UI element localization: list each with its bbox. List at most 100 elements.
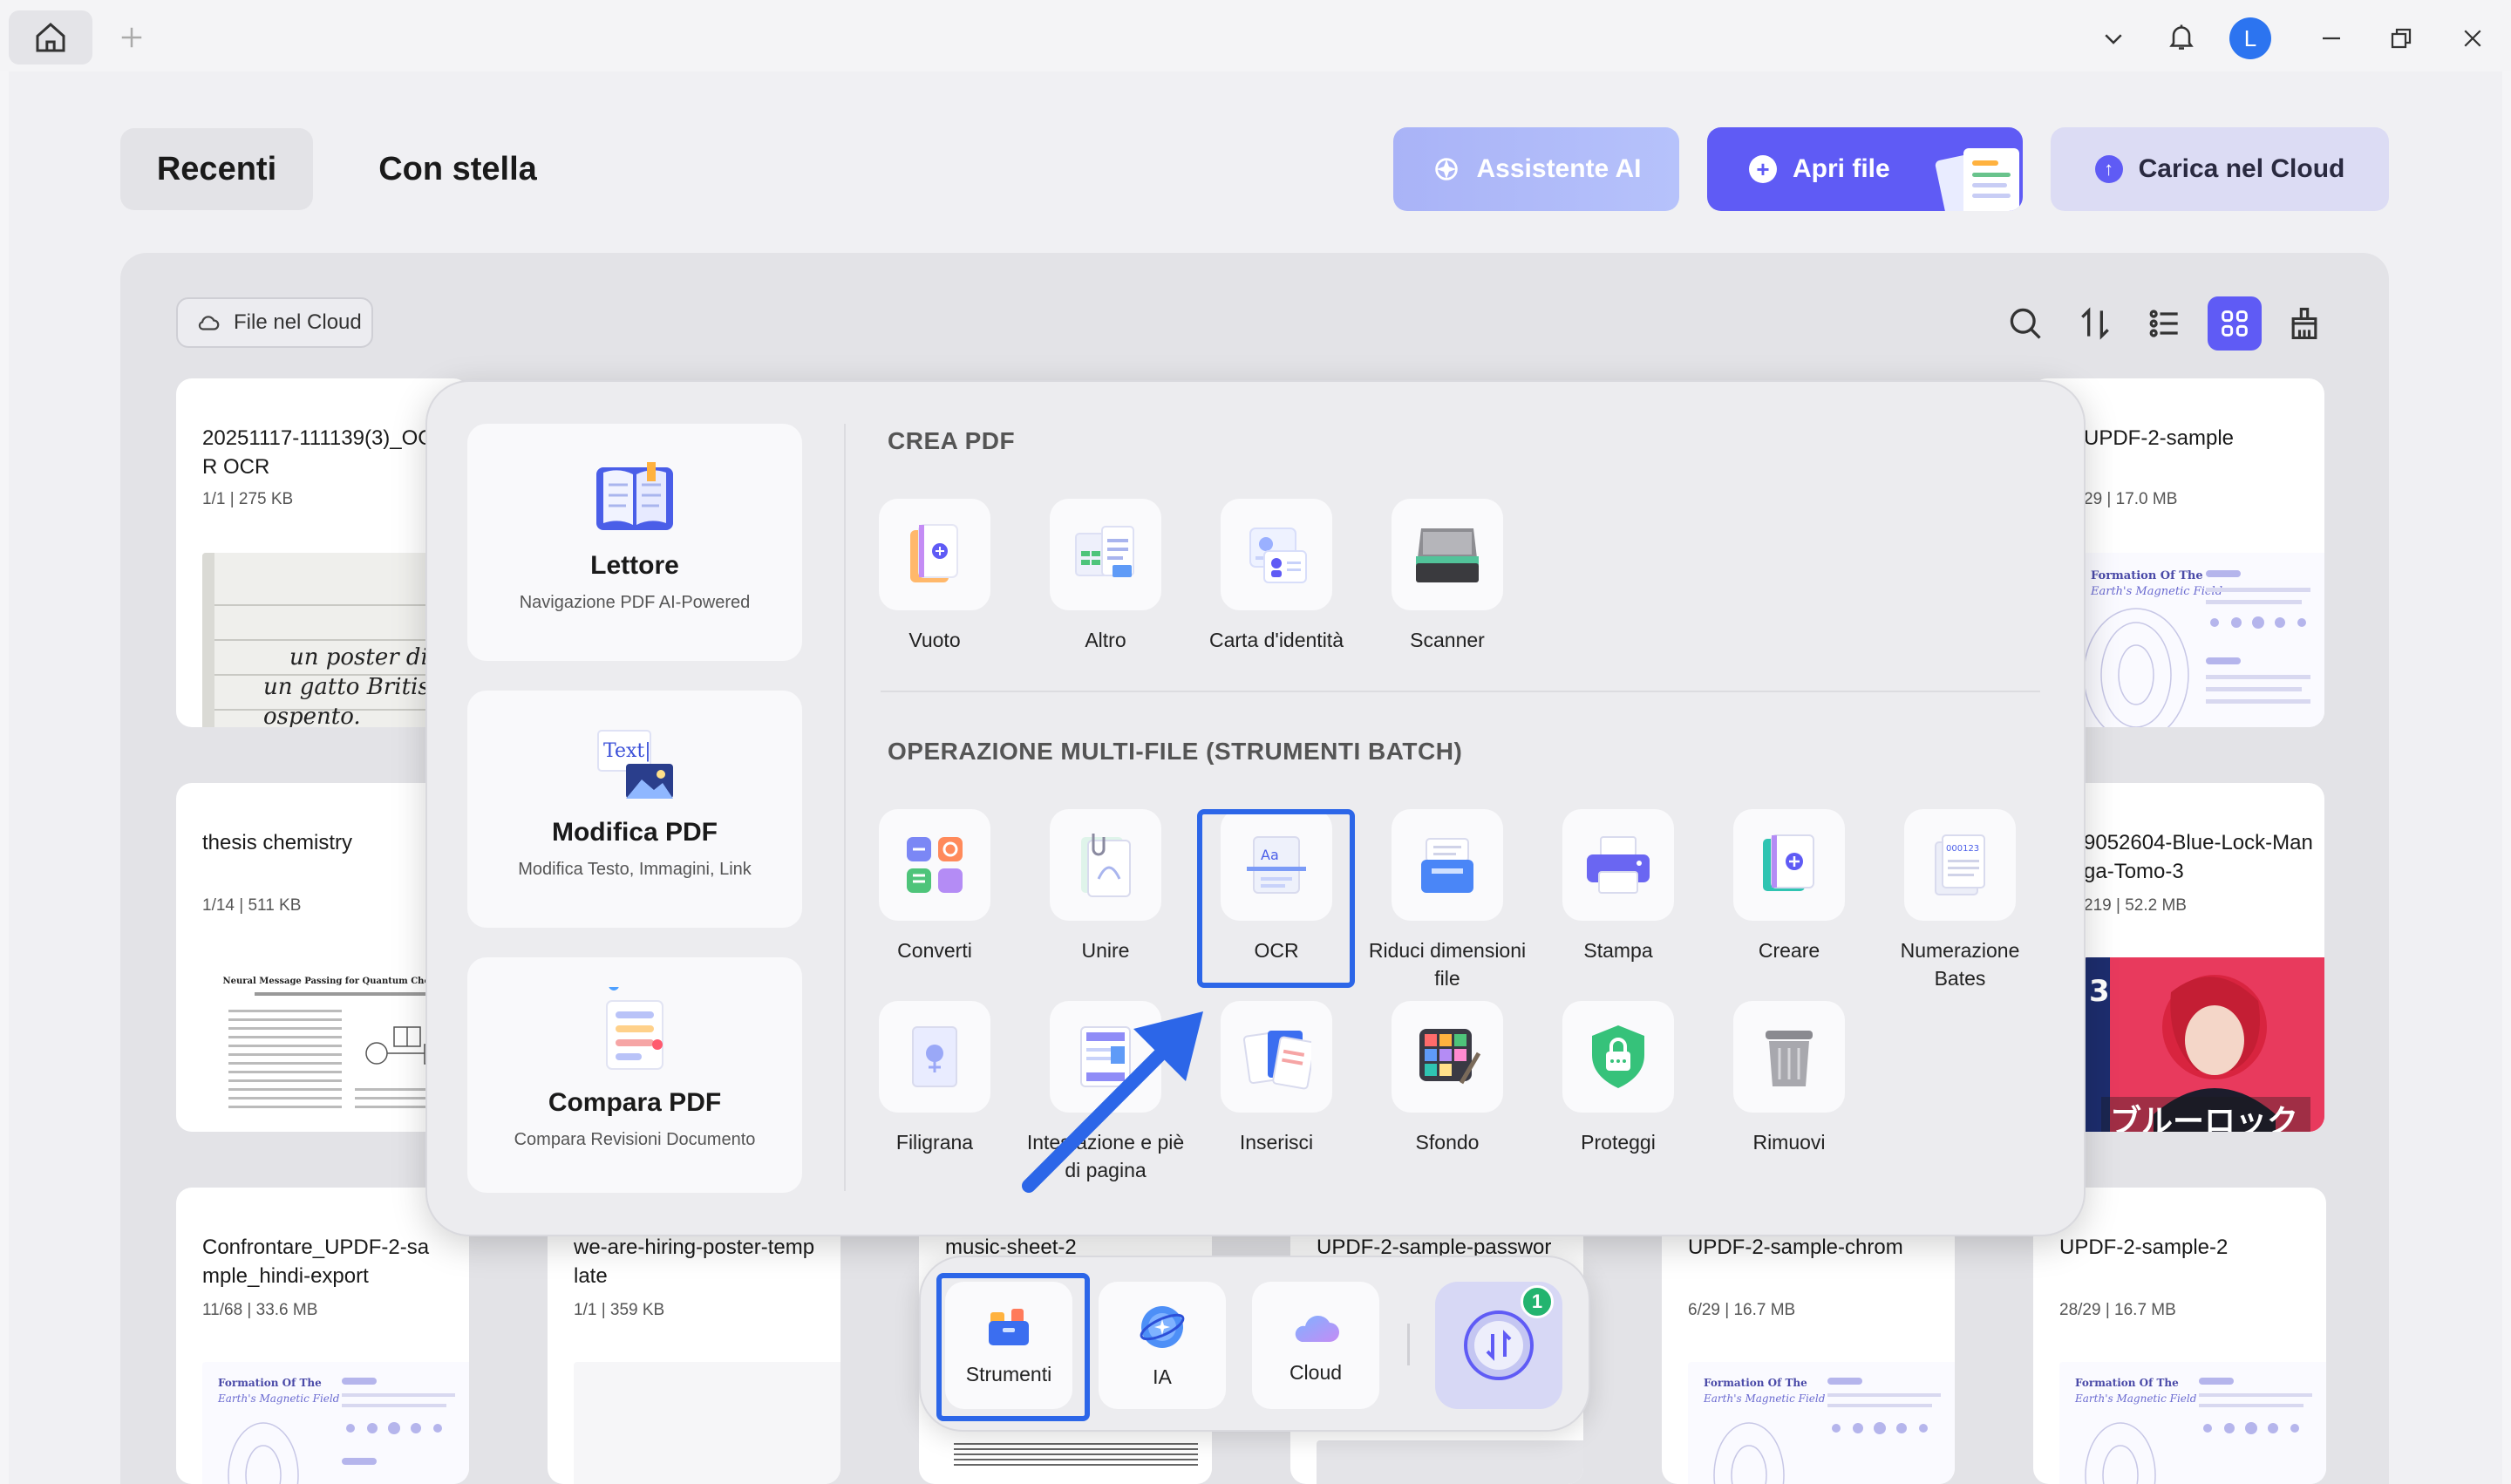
tool-print-label: Stampa: [1583, 939, 1653, 962]
upload-cloud-label: Carica nel Cloud: [2138, 154, 2345, 183]
tool-watermark[interactable]: Filigrana: [849, 1001, 1020, 1156]
file-meta: 29 | 17.0 MB: [2084, 490, 2178, 508]
tool-print[interactable]: Stampa: [1533, 809, 1704, 964]
convert-icon: [907, 837, 963, 893]
thumb-title-line-2: Earth's Magnetic Field: [1703, 1392, 1826, 1405]
compare-docs-icon: [606, 987, 663, 1070]
section-divider: [881, 691, 2040, 692]
reader-card[interactable]: Lettore Navigazione PDF AI-Powered: [467, 424, 802, 661]
tool-protect[interactable]: Proteggi: [1533, 1001, 1704, 1156]
clean-button[interactable]: [2277, 296, 2331, 351]
ai-orb-icon: [1140, 1305, 1185, 1348]
tool-convert-box: [879, 809, 990, 921]
search-button[interactable]: [1998, 296, 2052, 351]
tool-blank[interactable]: Vuoto: [849, 499, 1020, 654]
file-title: 9052604-Blue-Lock-Manga-Tomo-3: [2084, 831, 2313, 883]
tool-compress[interactable]: Riduci dimensioni file: [1362, 809, 1533, 992]
batch-count-badge: 1: [1521, 1285, 1554, 1318]
file-title: UPDF-2-sample-chrom: [1688, 1236, 1903, 1259]
tool-convert-label: Converti: [897, 939, 972, 962]
dock-cloud[interactable]: Cloud: [1252, 1282, 1379, 1409]
upload-cloud-button[interactable]: ↑ Carica nel Cloud: [2051, 127, 2389, 211]
open-book-icon: [596, 462, 673, 530]
file-meta: 219 | 52.2 MB: [2084, 896, 2187, 915]
tab-starred[interactable]: Con stella: [344, 128, 571, 210]
tool-compress-label: Riduci dimensioni file: [1368, 939, 1527, 990]
tool-background-label: Sfondo: [1415, 1131, 1480, 1154]
file-card[interactable]: UPDF-2-sample-2 28/29 | 16.7 MB Formatio…: [2033, 1188, 2326, 1484]
minimize-icon: [2323, 37, 2340, 40]
bates-numbering-icon: 000123: [1935, 834, 1985, 895]
manga-title: ブルーロック: [2110, 1103, 2298, 1132]
dropdown-button[interactable]: [2092, 17, 2134, 59]
dock-cloud-label: Cloud: [1289, 1360, 1343, 1384]
edit-icon-text: Text|: [603, 740, 651, 762]
dock-ai[interactable]: IA: [1099, 1282, 1226, 1409]
file-meta: 11/68 | 33.6 MB: [202, 1301, 318, 1319]
tool-merge[interactable]: Unire: [1020, 809, 1191, 964]
file-title: thesis chemistry: [202, 831, 353, 854]
tool-other-box: [1050, 499, 1161, 610]
broom-icon: [2291, 307, 2317, 340]
tool-convert[interactable]: Converti: [849, 809, 1020, 964]
ocr-highlight-box: [1197, 809, 1355, 988]
multi-doc-icon: [1075, 526, 1134, 577]
avatar[interactable]: L: [2229, 17, 2271, 59]
tool-insert-label: Inserisci: [1239, 1131, 1314, 1154]
list-view-button[interactable]: [2138, 296, 2192, 351]
tool-remove[interactable]: Rimuovi: [1704, 1001, 1875, 1156]
thumb-title-line-2: Earth's Magnetic Field: [217, 1392, 340, 1405]
tool-bates[interactable]: 000123 Numerazione Bates: [1875, 809, 2045, 992]
file-thumbnail: [945, 1425, 1212, 1484]
open-file-button[interactable]: + Apri file: [1707, 127, 2023, 211]
tool-blank-box: [879, 499, 990, 610]
tool-protect-box: [1562, 1001, 1674, 1113]
tool-create[interactable]: Creare: [1704, 809, 1875, 964]
compare-pdf-card[interactable]: Compara PDF Compara Revisioni Documento: [467, 957, 802, 1193]
file-thumbnail: [1317, 1440, 1583, 1484]
tool-id-card-box: [1221, 499, 1332, 610]
close-icon: [2464, 30, 2481, 47]
thumb-title-line-2: Earth's Magnetic Field: [2074, 1392, 2197, 1405]
home-icon: [36, 22, 65, 52]
palette-icon: [1419, 1029, 1481, 1085]
tool-create-label: Creare: [1758, 939, 1820, 962]
arrow-annotation-icon: [1022, 1011, 1203, 1193]
new-tab-button[interactable]: [110, 16, 153, 59]
thumb-title-line-2: Earth's Magnetic Field: [2090, 585, 2222, 598]
open-file-label: Apri file: [1793, 154, 1890, 183]
scanner-icon: [1416, 528, 1479, 582]
create-pdf-heading: CREA PDF: [888, 427, 1016, 454]
notifications-button[interactable]: [2161, 16, 2202, 58]
minimize-button[interactable]: [2310, 17, 2352, 59]
file-thumbnail: Formation Of The Earth's Magnetic Field: [2059, 1362, 2326, 1484]
handwriting-line-2: un gatto Britis: [263, 674, 430, 700]
batch-heading: OPERAZIONE MULTI-FILE (STRUMENTI BATCH): [888, 738, 1463, 765]
tool-other[interactable]: Altro: [1020, 499, 1191, 654]
close-button[interactable]: [2452, 17, 2494, 59]
edit-pdf-card[interactable]: Text| Modifica PDF Modifica Testo, Immag…: [467, 691, 802, 928]
tool-scanner[interactable]: Scanner: [1362, 499, 1533, 654]
tool-blank-label: Vuoto: [908, 629, 961, 651]
file-meta: 1/1 | 275 KB: [202, 490, 294, 508]
file-card[interactable]: Confrontare_UPDF-2-sample_hindi-export 1…: [176, 1188, 469, 1484]
tool-background[interactable]: Sfondo: [1362, 1001, 1533, 1156]
tool-id-card[interactable]: Carta d'identità: [1191, 499, 1362, 654]
cloud-files-button[interactable]: File nel Cloud: [176, 297, 373, 348]
thumb-title-line-1: Formation Of The: [2091, 569, 2203, 582]
ai-assistant-button[interactable]: Assistente AI: [1393, 127, 1679, 211]
home-tab[interactable]: [9, 10, 92, 65]
ai-sparkle-icon: [1434, 158, 1458, 180]
handwriting-line-1: un poster di: [289, 644, 428, 671]
search-icon: [2010, 308, 2041, 339]
grid-view-button[interactable]: [2208, 296, 2262, 351]
compare-pdf-subtitle: Compara Revisioni Documento: [514, 1130, 756, 1149]
printer-icon: [1587, 836, 1650, 894]
file-thumbnail: Formation Of The Earth's Magnetic Field: [1688, 1362, 1955, 1484]
cloud-files-label: File nel Cloud: [234, 310, 362, 334]
file-thumbnail: Formation Of The Earth's Magnetic Field: [202, 1362, 469, 1484]
tab-recent[interactable]: Recenti: [120, 128, 313, 210]
tool-merge-box: [1050, 809, 1161, 921]
restore-button[interactable]: [2380, 17, 2422, 59]
sort-button[interactable]: [2068, 296, 2122, 351]
